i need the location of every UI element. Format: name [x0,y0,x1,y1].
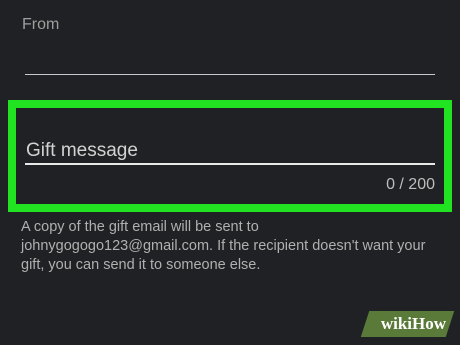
wikihow-watermark-logo: wikiHow [381,314,446,334]
watermark-wiki-text: wiki [380,314,412,333]
gift-message-input[interactable] [26,139,426,163]
from-field-label: From [22,16,60,33]
from-field-underline[interactable] [25,74,435,75]
gift-message-underline [25,163,435,165]
watermark-how-text: How [412,314,446,333]
character-counter: 0 / 200 [386,176,435,193]
gift-helper-text: A copy of the gift email will be sent to… [21,219,426,273]
